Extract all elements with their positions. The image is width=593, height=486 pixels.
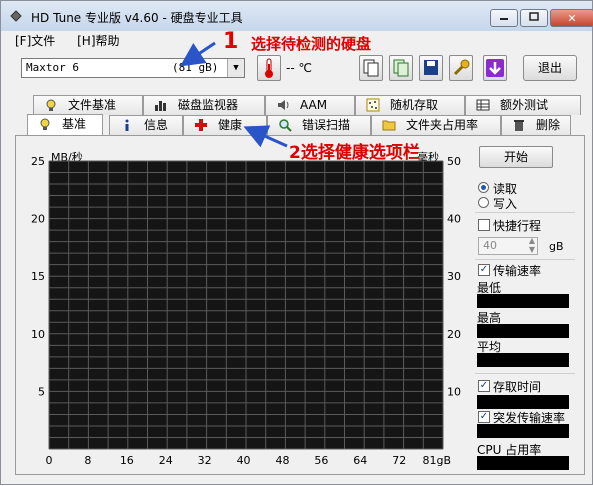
annotation-step-2-text: 2选择健康选项栏: [289, 143, 420, 163]
annotation-step-1-number: 1: [223, 29, 239, 54]
annotation-arrow-2: [243, 125, 288, 148]
main-window: HD Tune 专业版 v4.60 - 硬盘专业工具 ✕ [F]文件 [H]帮助…: [0, 0, 593, 485]
annotation-arrow-1: [180, 41, 216, 67]
annotation-step-1-text: 选择待检测的硬盘: [251, 35, 372, 53]
annotation-arrows: [180, 41, 288, 148]
